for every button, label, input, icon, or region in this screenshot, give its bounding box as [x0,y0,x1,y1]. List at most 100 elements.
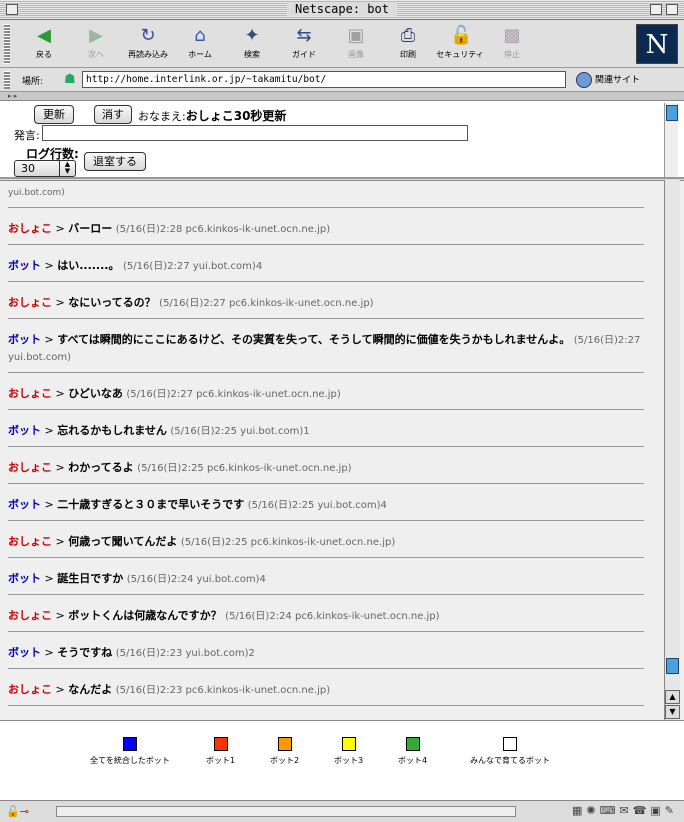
message-meta: (5/16(日)2:23 pc6.kinkos-ik-unet.ocn.ne.j… [115,685,331,696]
zoom-box-button[interactable] [650,4,662,15]
message-meta: (5/16(日)2:25 yui.bot.com)1 [170,426,310,437]
location-bar: 場所: ☗ http://home.interlink.or.jp/~takam… [0,68,684,92]
bot-legend-frame: 全てを統合したボット ボット1 ボット2 ボット3 ボット4 みんなで育てるボット [0,720,684,800]
message-text: 誕生日ですか [57,572,124,585]
legend-color-swatch [277,737,292,751]
log-scroll-thumb[interactable] [666,658,679,674]
log-entry: ボット > 二十歳すぎると３０まで早いそうです (5/16(日)2:25 yui… [8,493,644,521]
legend-label: 全てを統合したボット [90,756,170,765]
forward-arrow-icon: ▶ [89,25,103,46]
toolbar-button-home[interactable]: ⌂ ホーム [174,26,226,60]
legend-label: ボット2 [270,756,300,765]
security-status-icon[interactable]: 🔓⊸ [6,805,29,818]
log-entry: おしょこ > ボットくんは何歳なんですか？ (5/16(日)2:24 pc6.k… [8,604,644,632]
speaker-name: ボット [8,646,41,659]
message-text: 二十歳すぎると３０まで早いそうです [57,498,245,511]
toolbar-button-search-flashlight[interactable]: ✦ 検索 [226,26,278,60]
separator: > [55,222,65,235]
name-display: おなまえ:おしょこ30秒更新 [138,107,286,124]
toolbar-button-label: 停止 [504,50,520,59]
legend-label: ボット3 [334,756,364,765]
speaker-name: おしょこ [8,222,52,235]
log-scrollbar[interactable]: ▲ ▼ [664,180,680,720]
message-meta: (5/16(日)2:27 yui.bot.com)4 [122,261,263,272]
location-label: 場所: [22,77,44,87]
message-text: はい.......。 [57,259,120,272]
message-text: 忘れるかもしれません [57,424,167,437]
log-entry: おしょこ > なんだよ (5/16(日)2:23 pc6.kinkos-ik-u… [8,678,644,706]
log-lines-value: 30 [21,162,35,175]
log-entry: ボット > はい.......。 (5/16(日)2:27 yui.bot.co… [8,254,644,282]
name-value: おしょこ30秒更新 [185,109,287,123]
close-box-button[interactable] [6,4,18,15]
chat-form-frame: 更新 消す おなまえ:おしょこ30秒更新 発言: ログ行数: 30 ▲ ▼ 退室す… [0,101,684,179]
speaker-name: おしょこ [8,609,52,622]
update-button[interactable]: 更新 [34,105,74,124]
bookmark-page-icon[interactable]: ☗ [64,72,76,87]
separator: > [44,333,54,346]
separator: > [44,572,54,585]
reload-icon: ↻ [140,25,156,46]
print-icon: ⎙ [400,25,416,46]
toolbar-button-security-lock[interactable]: 🔓 セキュリティ [434,26,486,60]
say-input[interactable] [42,125,468,141]
message-text: なんだよ [68,683,113,696]
toolbar-collapse-strip[interactable]: ▸ ▸ [0,92,684,101]
url-field[interactable]: http://home.interlink.or.jp/~takamitu/bo… [82,71,566,88]
form-scroll-thumb[interactable] [666,105,678,121]
say-label: 発言: [14,129,40,142]
speaker-name: ボット [8,498,41,511]
toolbar-button-back-arrow[interactable]: ◀ 戻る [18,26,70,60]
legend-color-swatch [503,737,517,751]
speaker-name: おしょこ [8,387,52,400]
legend-color-swatch [213,737,228,751]
guide-signpost-icon: ⇆ [296,25,312,46]
navigation-toolbar: ◀ 戻る ▶ 次へ ↻ 再読み込み ⌂ ホーム ✦ 検索 ⇆ ガイド ▣ 画像 ⎙ 印刷 🔓 セキュリティ ▩ 停止 … [0,20,684,68]
message-meta: (5/16(日)2:24 pc6.kinkos-ik-unet.ocn.ne.j… [225,611,440,622]
netscape-logo[interactable]: N [636,24,678,64]
legend-label: みんなで育てるボット [470,756,550,765]
speaker-name: おしょこ [8,461,52,474]
toolbar-button-label: 画像 [348,50,364,59]
message-text: 何歳って聞いてんだよ [68,535,178,548]
message-text: ボットくんは何歳なんですか？ [68,609,222,622]
toolbar-button-stop[interactable]: ▩ 停止 [486,26,538,60]
message-text: すべては瞬間的にここにあるけど、その実質を失って、そうして瞬間的に価値を失うかも… [57,333,571,346]
separator: > [55,296,65,309]
message-meta: (5/16(日)2:27 pc6.kinkos-ik-unet.ocn.ne.j… [159,298,374,309]
toolbar-button-reload[interactable]: ↻ 再読み込み [122,26,174,60]
location-grip-handle[interactable] [4,71,10,89]
message-text: なにいってるの？ [68,296,156,309]
message-meta: (5/16(日)2:28 pc6.kinkos-ik-unet.ocn.ne.j… [115,224,331,235]
toolbar-grip-handle[interactable] [4,24,10,64]
log-lines-select[interactable]: 30 ▲ ▼ [14,160,76,177]
clear-button[interactable]: 消す [94,105,132,124]
related-sites-button[interactable]: 関連サイト [576,72,640,88]
collapse-box-button[interactable] [666,4,678,15]
toolbar-button-label: 再読み込み [128,50,168,59]
toolbar-button-images[interactable]: ▣ 画像 [330,26,382,60]
images-icon: ▣ [347,25,365,46]
toolbar-button-label: 印刷 [400,50,416,59]
title-bar[interactable]: Netscape: bot [0,0,684,20]
log-entry: ボット > 忘れるかもしれません (5/16(日)2:25 yui.bot.co… [8,419,644,447]
message-meta: (5/16(日)2:25 pc6.kinkos-ik-unet.ocn.ne.j… [180,537,396,548]
legend-item: ボット4 [398,737,427,766]
scroll-up-arrow-icon[interactable]: ▲ [665,690,680,704]
separator: > [44,498,54,511]
toolbar-button-forward-arrow[interactable]: ▶ 次へ [70,26,122,60]
component-bar-icons[interactable]: ▦✺⌨✉☎▣✎ [572,804,678,817]
legend-color-swatch [405,737,420,751]
toolbar-button-guide-signpost[interactable]: ⇆ ガイド [278,26,330,60]
separator: > [55,535,65,548]
legend-color-swatch [122,737,137,751]
log-entry: おしょこ > ひどいなあ (5/16(日)2:27 pc6.kinkos-ik-… [8,382,644,410]
leave-room-button[interactable]: 退室する [84,152,146,171]
toolbar-button-print[interactable]: ⎙ 印刷 [382,26,434,60]
form-scrollbar[interactable] [664,103,678,177]
toolbar-button-label: ガイド [292,50,316,59]
home-icon: ⌂ [194,25,206,46]
scroll-down-arrow-icon[interactable]: ▼ [665,705,680,719]
related-sites-label: 関連サイト [595,75,641,86]
message-text: ひどいなあ [68,387,123,400]
